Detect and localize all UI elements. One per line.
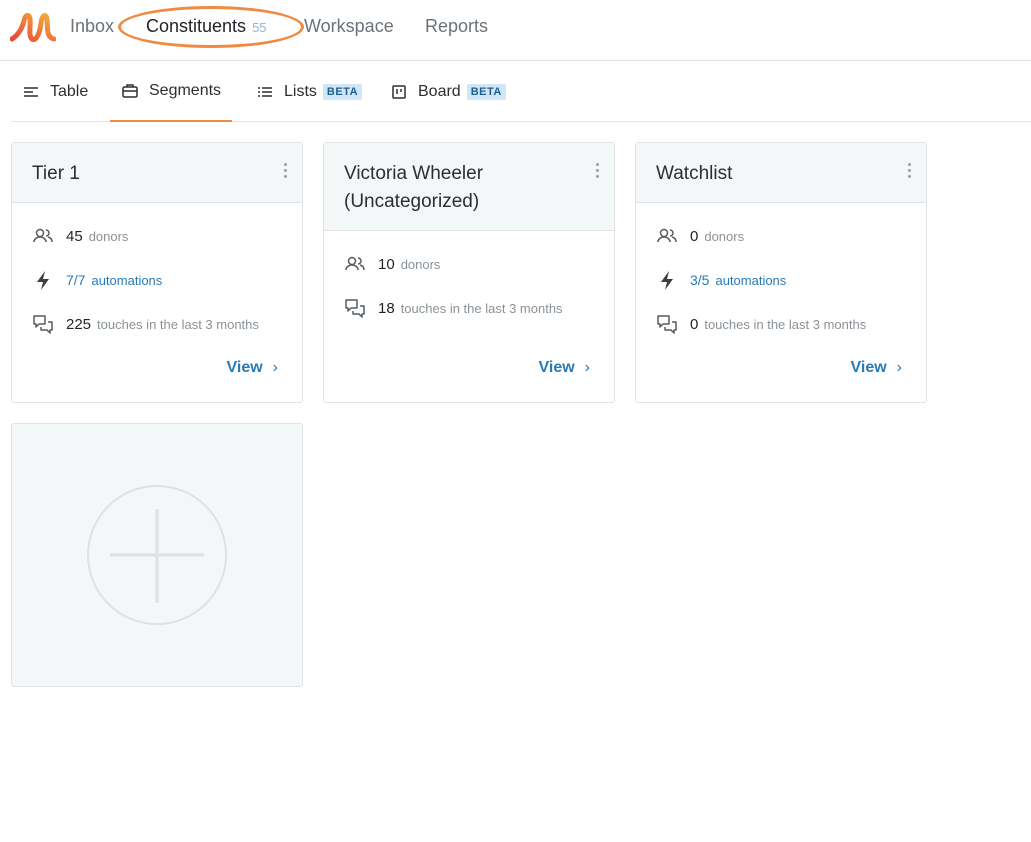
- more-options-icon[interactable]: [282, 163, 288, 181]
- segment-title: Tier 1: [32, 163, 80, 184]
- view-label: View: [226, 359, 263, 376]
- donors-row: 45 donors: [12, 214, 302, 258]
- list-icon: [258, 87, 272, 97]
- donors-count: 10: [378, 255, 395, 273]
- touches-count: 18: [378, 299, 395, 317]
- chevron-right-icon: ›: [584, 359, 590, 376]
- nav-inbox[interactable]: Inbox: [70, 16, 114, 37]
- touches-label: touches in the last 3 months: [97, 316, 259, 332]
- automations-label[interactable]: automations: [715, 273, 786, 288]
- donors-count: 0: [690, 227, 699, 245]
- tab-lists[interactable]: Lists BETA: [256, 62, 363, 122]
- view-tabs: Table Segments Lists BETA Board BETA: [11, 62, 1031, 122]
- view-label: View: [850, 359, 887, 376]
- more-options-icon[interactable]: [594, 163, 600, 181]
- segment-title: Victoria Wheeler (Uncategorized): [344, 163, 484, 212]
- plus-circle-icon: [87, 485, 227, 625]
- view-label: View: [538, 359, 575, 376]
- view-button[interactable]: View ›: [539, 359, 591, 377]
- touches-count: 225: [66, 315, 92, 333]
- touches-label: touches in the last 3 months: [704, 316, 867, 332]
- board-icon: [392, 85, 406, 99]
- lightning-icon: [661, 271, 673, 290]
- beta-badge: BETA: [466, 84, 506, 100]
- touches-row: 0 touches in the last 3 months: [636, 302, 926, 346]
- donors-label: donors: [704, 228, 745, 244]
- more-options-icon[interactable]: [906, 163, 912, 181]
- donors-row: 0 donors: [636, 214, 926, 258]
- view-button[interactable]: View ›: [851, 359, 903, 377]
- automations-count[interactable]: 3/5: [690, 272, 709, 288]
- donors-row: 10 donors: [324, 242, 614, 286]
- donors-label: donors: [88, 228, 129, 244]
- automations-row[interactable]: 3/5 automations: [636, 258, 926, 302]
- touches-label: touches in the last 3 months: [400, 300, 563, 316]
- chat-icon: [33, 315, 53, 334]
- chat-icon: [657, 315, 677, 334]
- highlight-annotation: [118, 6, 304, 48]
- beta-badge: BETA: [322, 84, 363, 100]
- segments-icon: [122, 84, 138, 98]
- tab-table[interactable]: Table: [22, 62, 88, 122]
- users-icon: [345, 256, 365, 271]
- automations-label[interactable]: automations: [91, 273, 162, 288]
- add-segment-button[interactable]: [11, 423, 303, 687]
- tab-lists-label: Lists: [284, 83, 317, 100]
- tab-board[interactable]: Board BETA: [390, 62, 506, 122]
- top-nav: Inbox Constituents 55 Workspace Reports: [0, 0, 1031, 61]
- chat-icon: [345, 299, 365, 318]
- card-header: Tier 1: [12, 143, 302, 203]
- segment-title: Watchlist: [656, 163, 733, 184]
- segment-card: Watchlist 0 donors 3/5 automations 0 tou…: [635, 142, 927, 403]
- donors-label: donors: [400, 256, 441, 272]
- donors-count: 45: [66, 227, 83, 245]
- view-button[interactable]: View ›: [227, 359, 279, 377]
- tab-segments[interactable]: Segments: [110, 62, 233, 122]
- automations-row[interactable]: 7/7 automations: [12, 258, 302, 302]
- touches-row: 225 touches in the last 3 months: [12, 302, 302, 346]
- chevron-right-icon: ›: [896, 359, 902, 376]
- automations-count[interactable]: 7/7: [66, 272, 85, 288]
- segment-card: Tier 1 45 donors 7/7 automations 225 tou…: [11, 142, 303, 403]
- users-icon: [657, 228, 677, 243]
- table-icon: [24, 87, 38, 97]
- users-icon: [33, 228, 53, 243]
- tab-board-label: Board: [418, 83, 461, 100]
- touches-count: 0: [690, 315, 699, 333]
- tab-segments-label: Segments: [149, 82, 222, 99]
- nav-reports[interactable]: Reports: [425, 16, 488, 37]
- lightning-icon: [37, 271, 49, 290]
- chevron-right-icon: ›: [272, 359, 278, 376]
- tab-table-label: Table: [50, 83, 89, 100]
- card-header: Victoria Wheeler (Uncategorized): [324, 143, 614, 231]
- nav-workspace[interactable]: Workspace: [304, 16, 394, 37]
- touches-row: 18 touches in the last 3 months: [324, 286, 614, 330]
- card-header: Watchlist: [636, 143, 926, 203]
- app-logo[interactable]: [10, 9, 56, 45]
- segment-card: Victoria Wheeler (Uncategorized) 10 dono…: [323, 142, 615, 403]
